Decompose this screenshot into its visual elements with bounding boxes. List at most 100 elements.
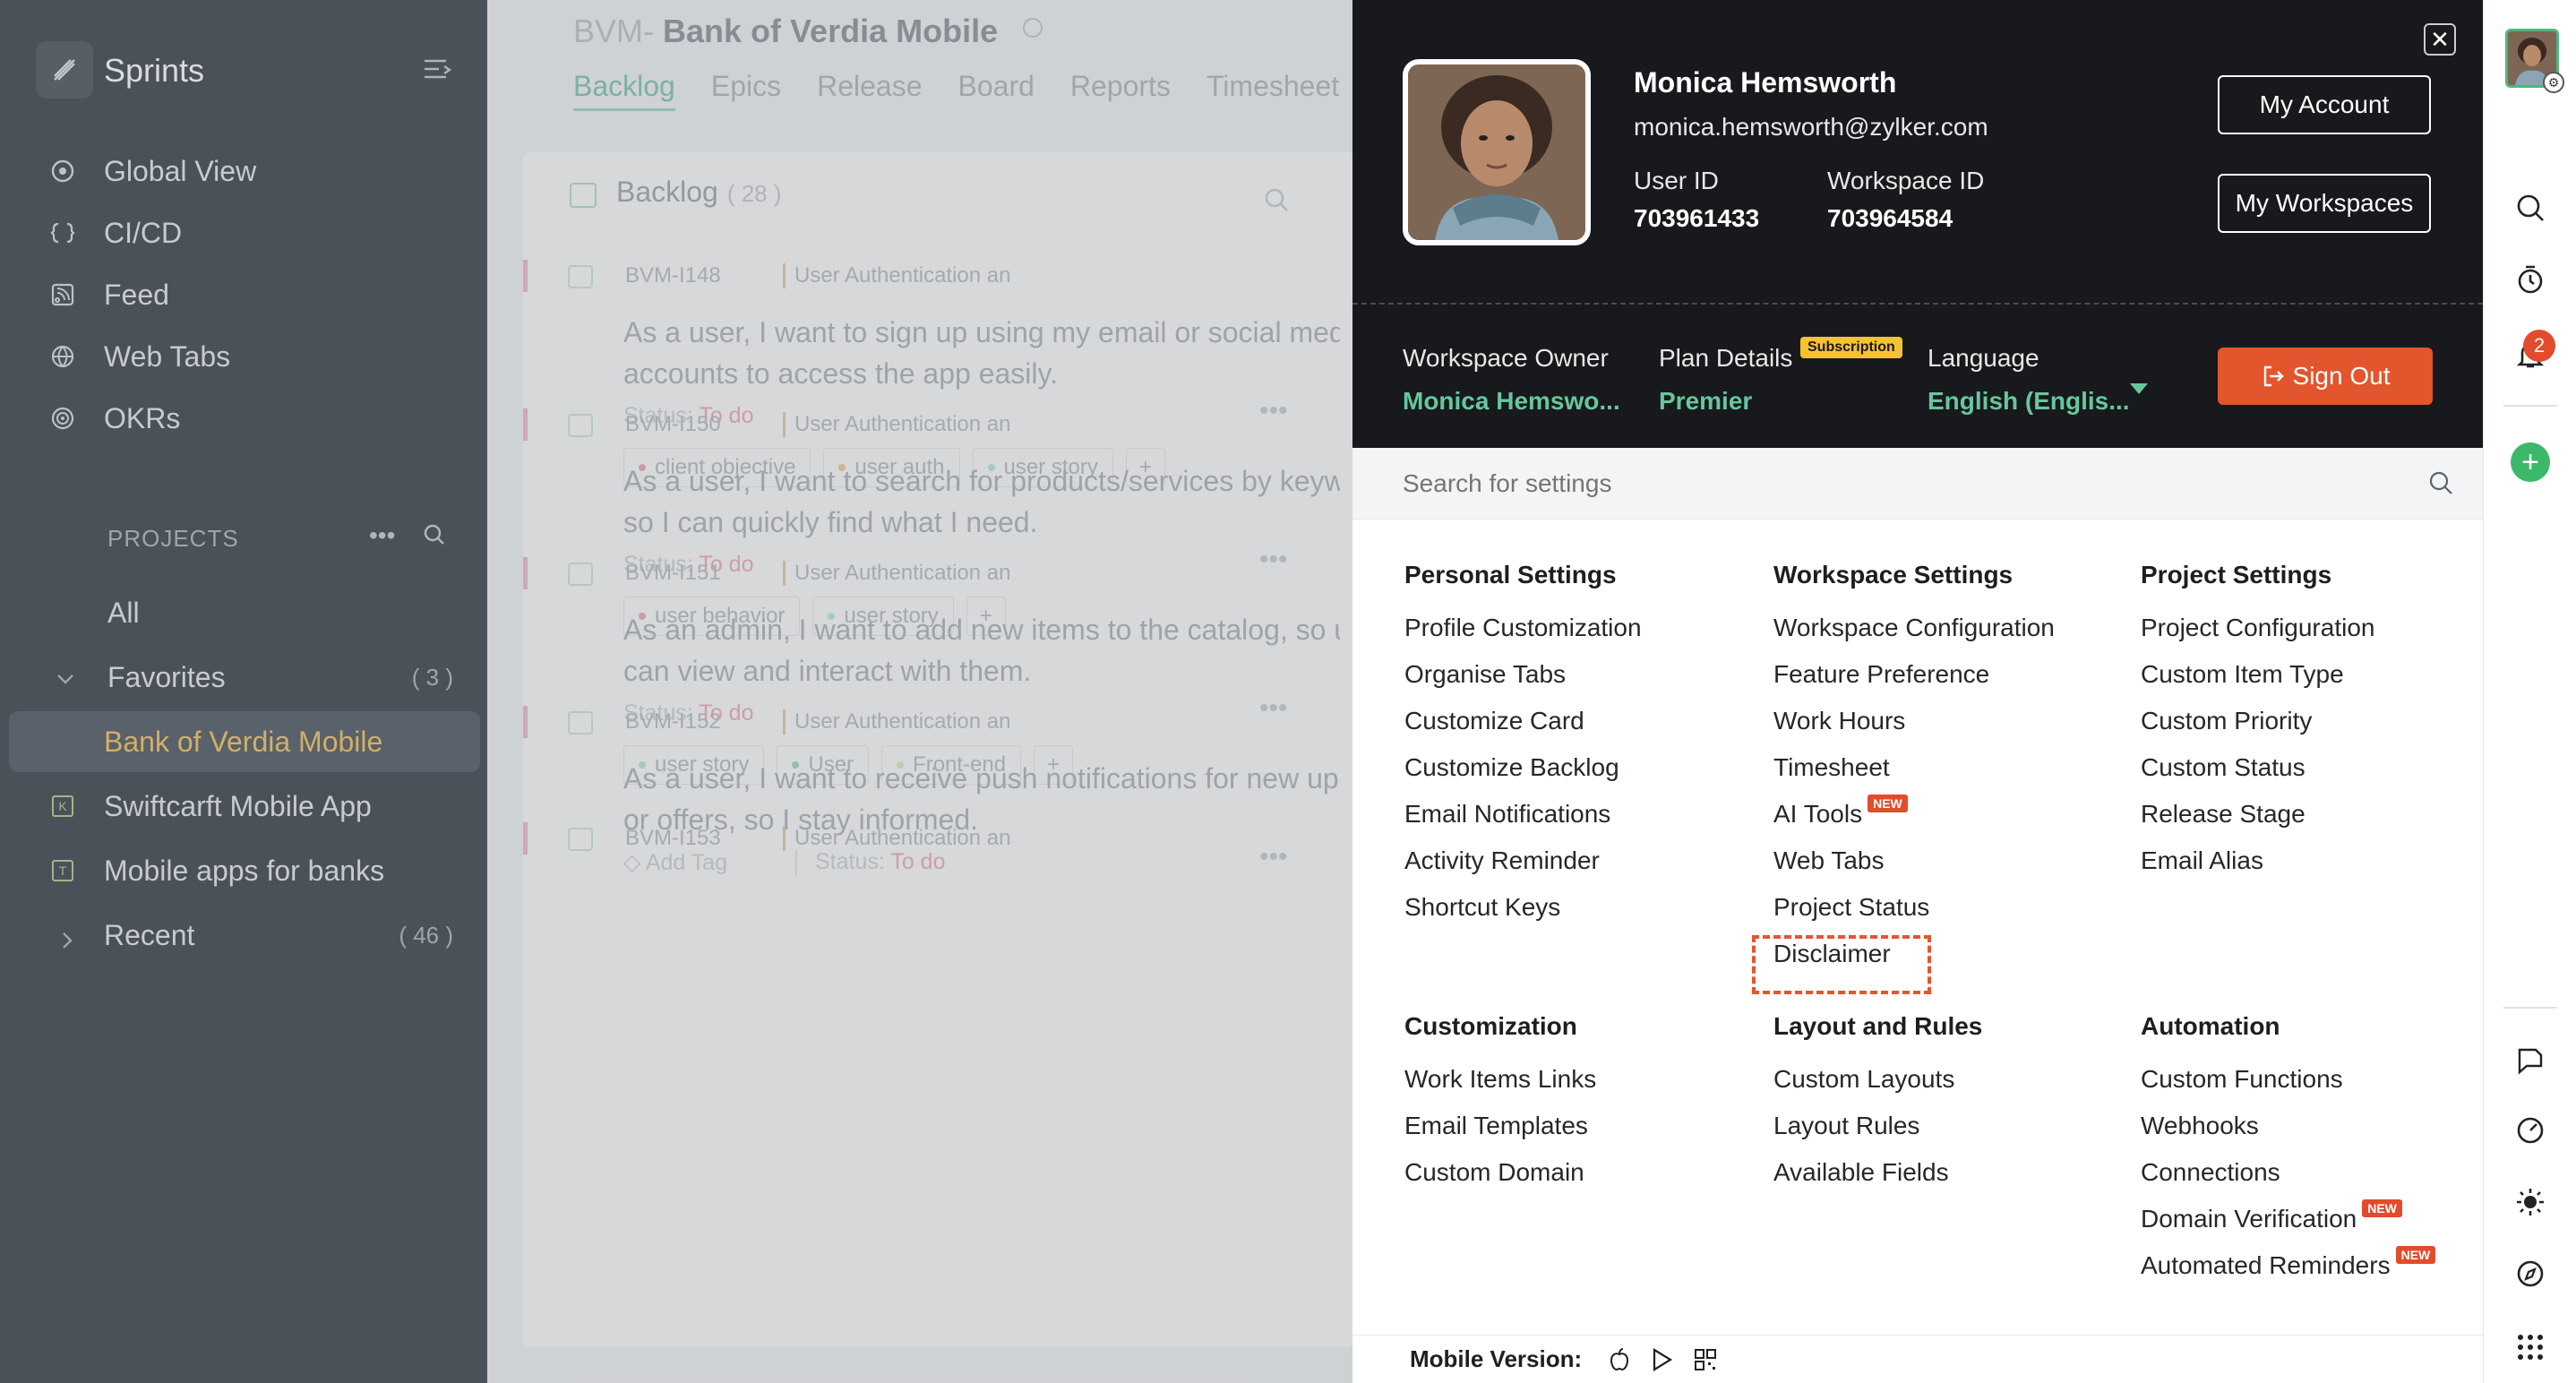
settings-link[interactable]: Work Items Links (1404, 1064, 1596, 1111)
tab-epics[interactable]: Epics (711, 70, 781, 111)
description-line: As a user, I want to search for products… (623, 465, 1340, 497)
sign-out-button[interactable]: Sign Out (2218, 348, 2433, 405)
nav-okrs[interactable]: OKRs (48, 394, 478, 442)
sign-out-label: Sign Out (2292, 362, 2391, 390)
item-id[interactable]: BVM-I148 (625, 263, 721, 288)
settings-link[interactable]: Custom Status (2141, 752, 2374, 799)
nav-global-view[interactable]: Global View (48, 147, 478, 195)
search-icon[interactable] (2514, 192, 2546, 224)
play-store-icon[interactable] (1650, 1347, 1675, 1372)
settings-link[interactable]: Shortcut Keys (1404, 892, 1642, 939)
section-title: Customization (1404, 1012, 1577, 1040)
settings-link[interactable]: Timesheet (1773, 752, 2055, 799)
story-icon (568, 711, 593, 734)
chevron-down-icon[interactable] (2130, 383, 2148, 394)
project-swiftcarft-mobile-app[interactable]: K Swiftcarft Mobile App (9, 776, 480, 837)
settings-link[interactable]: Layout Rules (1773, 1111, 1982, 1157)
settings-link[interactable]: Work Hours (1773, 706, 2055, 752)
layout-rules-settings: Layout and Rules Custom Layouts Layout R… (1773, 1012, 1982, 1204)
project-favorites[interactable]: Favorites ( 3 ) (9, 647, 480, 708)
sign-out-icon (2263, 365, 2284, 387)
settings-link[interactable]: Profile Customization (1404, 613, 1642, 659)
settings-link[interactable]: Custom Domain (1404, 1157, 1596, 1204)
speed-icon[interactable] (2514, 1114, 2546, 1147)
settings-link[interactable]: Feature Preference (1773, 659, 2055, 706)
priority-bar (523, 557, 528, 589)
recent-count: ( 46 ) (399, 921, 453, 949)
nav-ci-cd[interactable]: CI/CD (48, 209, 478, 257)
project-mobile-apps-for-banks[interactable]: T Mobile apps for banks (9, 840, 480, 901)
nav-web-tabs[interactable]: Web Tabs (48, 332, 478, 381)
settings-link-domain-verification[interactable]: Domain Verification NEW (2141, 1199, 2435, 1250)
close-icon[interactable]: ✕ (2424, 23, 2456, 56)
tab-backlog[interactable]: Backlog (573, 70, 675, 111)
project-bank-of-verdia-mobile[interactable]: Bank of Verdia Mobile (9, 711, 480, 772)
more-icon[interactable]: ••• (1259, 693, 1288, 724)
profile-photo[interactable] (1403, 59, 1591, 245)
apple-icon[interactable] (1607, 1347, 1632, 1372)
user-id-value: 703961433 (1634, 204, 1760, 232)
apps-grid-icon[interactable] (2514, 1331, 2546, 1363)
settings-link[interactable]: Customize Card (1404, 706, 1642, 752)
language-select[interactable]: English (Englis... (1928, 387, 2130, 416)
subscription-badge[interactable]: Subscription (1800, 337, 1902, 358)
info-icon[interactable] (1023, 18, 1043, 38)
priority-bar (523, 822, 528, 855)
add-icon[interactable]: + (2511, 442, 2550, 482)
settings-link[interactable]: Custom Priority (2141, 706, 2374, 752)
add-tag-link[interactable]: ◇ Add Tag (623, 849, 727, 876)
settings-link[interactable]: Activity Reminder (1404, 846, 1642, 892)
feedback-icon[interactable] (2514, 1044, 2546, 1077)
nav-feed[interactable]: Feed (48, 271, 478, 319)
sun-icon[interactable] (2514, 1186, 2546, 1218)
description-line: can view and interact with them. (623, 655, 1032, 687)
settings-link[interactable]: Custom Layouts (1773, 1064, 1982, 1111)
settings-link-automated-reminders[interactable]: Automated Reminders NEW (2141, 1246, 2436, 1297)
settings-link[interactable]: Web Tabs (1773, 846, 2055, 892)
settings-link[interactable]: Release Stage (2141, 799, 2374, 846)
search-icon[interactable] (2427, 469, 2454, 501)
customization-settings: Customization Work Items Links Email Tem… (1404, 1012, 1596, 1204)
qr-code-icon[interactable] (1693, 1347, 1718, 1372)
settings-link[interactable]: Available Fields (1773, 1157, 1982, 1204)
settings-search-input[interactable] (1403, 464, 2370, 503)
more-icon[interactable]: ••• (1259, 396, 1288, 426)
my-workspaces-button[interactable]: My Workspaces (2218, 174, 2431, 233)
settings-link[interactable]: Custom Item Type (2141, 659, 2374, 706)
item-id[interactable]: BVM-I150 (625, 412, 721, 437)
settings-link[interactable]: Workspace Configuration (1773, 613, 2055, 659)
gear-icon[interactable]: ⚙ (2543, 72, 2564, 93)
nav-label: Global View (104, 154, 257, 187)
settings-link[interactable]: Custom Functions (2141, 1064, 2435, 1111)
more-icon[interactable]: ••• (369, 521, 395, 550)
search-icon[interactable] (423, 523, 446, 551)
settings-link[interactable]: Email Notifications (1404, 799, 1642, 846)
settings-link[interactable]: Organise Tabs (1404, 659, 1642, 706)
compass-icon[interactable] (2514, 1258, 2546, 1290)
tab-board[interactable]: Board (958, 70, 1035, 111)
settings-link[interactable]: Project Status (1773, 892, 2055, 939)
project-all[interactable]: All (9, 582, 480, 643)
settings-link[interactable]: Project Configuration (2141, 613, 2374, 659)
item-id[interactable]: BVM-I152 (625, 709, 721, 734)
settings-link[interactable]: Email Templates (1404, 1111, 1596, 1157)
search-icon[interactable] (1263, 186, 1290, 218)
project-recent[interactable]: Recent ( 46 ) (9, 905, 480, 966)
settings-link-ai-tools[interactable]: AI Tools NEW (1773, 795, 2055, 846)
settings-link[interactable]: Connections (2141, 1157, 2435, 1204)
settings-link[interactable]: Email Alias (2141, 846, 2374, 892)
item-id[interactable]: BVM-I153 (625, 826, 721, 851)
tab-release[interactable]: Release (817, 70, 922, 111)
tab-timesheet[interactable]: Timesheet (1206, 70, 1339, 111)
more-icon[interactable]: ••• (1259, 842, 1288, 872)
status-value[interactable]: To do (890, 849, 945, 874)
my-account-button[interactable]: My Account (2218, 75, 2431, 134)
collapse-sidebar-icon[interactable] (421, 54, 453, 86)
settings-link[interactable]: Customize Backlog (1404, 752, 1642, 799)
settings-link[interactable]: Webhooks (2141, 1111, 2435, 1157)
story-icon (568, 414, 593, 437)
timer-icon[interactable] (2514, 263, 2546, 296)
tab-reports[interactable]: Reports (1070, 70, 1171, 111)
item-id[interactable]: BVM-I151 (625, 561, 721, 586)
more-icon[interactable]: ••• (1259, 545, 1288, 575)
